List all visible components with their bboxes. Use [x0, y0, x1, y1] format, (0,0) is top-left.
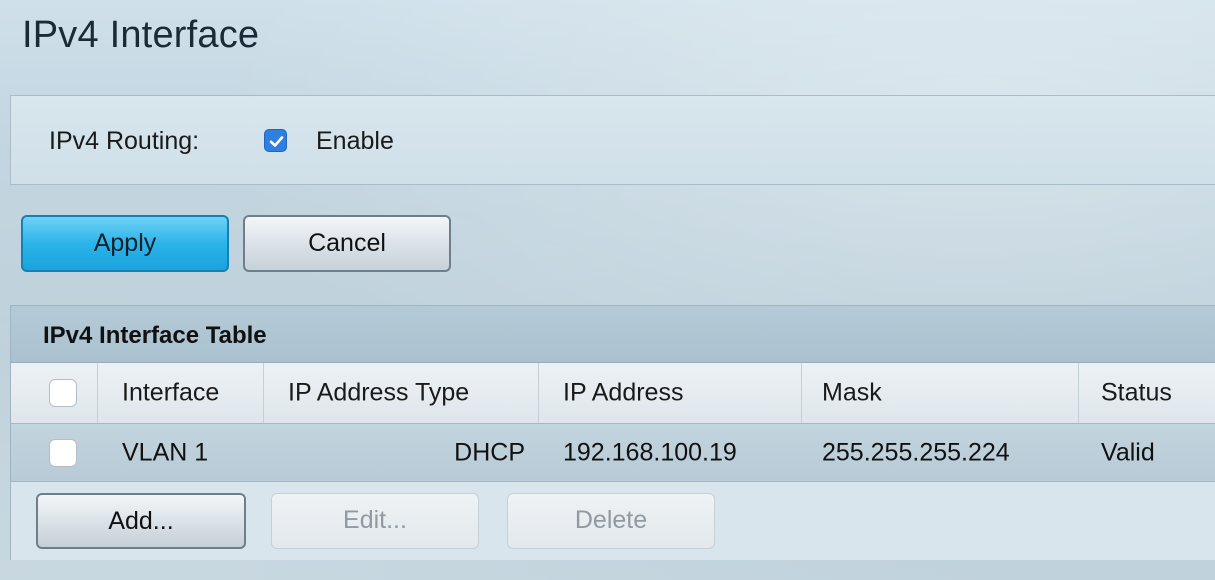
edit-button[interactable]: Edit...: [271, 493, 479, 549]
table-row[interactable]: VLAN 1 DHCP 192.168.100.19 255.255.255.2…: [11, 424, 1215, 482]
column-header-interface[interactable]: Interface: [98, 363, 264, 423]
cell-mask: 255.255.255.224: [802, 424, 1079, 481]
column-header-mask-label: Mask: [822, 378, 882, 407]
cancel-button[interactable]: Cancel: [243, 215, 451, 272]
cell-mask-text: 255.255.255.224: [822, 438, 1010, 466]
routing-panel: IPv4 Routing: Enable: [10, 95, 1215, 185]
cell-ip-address: 192.168.100.19: [539, 424, 802, 481]
column-header-ip-address-label: IP Address: [563, 378, 684, 407]
delete-button[interactable]: Delete: [507, 493, 715, 549]
cell-status-text: Valid: [1101, 438, 1155, 466]
enable-label: Enable: [316, 127, 394, 155]
column-header-ip-address-type-label: IP Address Type: [288, 378, 470, 407]
column-header-ip-address[interactable]: IP Address: [539, 363, 802, 423]
column-header-interface-label: Interface: [122, 378, 220, 407]
checkmark-icon: [269, 136, 284, 147]
cell-ip-address-type-text: DHCP: [454, 438, 525, 466]
page-title: IPv4 Interface: [22, 14, 260, 56]
cell-interface-text: VLAN 1: [122, 438, 209, 466]
column-header-status-label: Status: [1101, 378, 1172, 407]
routing-enable-checkbox[interactable]: [264, 129, 287, 152]
ipv4-interface-table: IPv4 Interface Table Interface IP Addres…: [10, 305, 1215, 560]
routing-label: IPv4 Routing:: [49, 127, 200, 155]
table-button-bar: Add... Edit... Delete: [11, 482, 1215, 560]
table-header-row: Interface IP Address Type IP Address Mas…: [11, 363, 1215, 424]
table-caption-bar: IPv4 Interface Table: [11, 306, 1215, 363]
column-header-mask[interactable]: Mask: [802, 363, 1079, 423]
cell-interface: VLAN 1: [98, 424, 264, 481]
row-select-cell: [11, 424, 98, 481]
select-all-checkbox[interactable]: [49, 379, 77, 407]
cell-ip-address-type: DHCP: [264, 424, 539, 481]
table-caption: IPv4 Interface Table: [43, 322, 267, 349]
row-select-checkbox[interactable]: [49, 438, 77, 467]
column-header-ip-address-type[interactable]: IP Address Type: [264, 363, 539, 423]
add-button[interactable]: Add...: [36, 493, 246, 549]
column-header-status[interactable]: Status: [1079, 363, 1215, 423]
cell-status: Valid: [1079, 424, 1215, 481]
cell-ip-address-text: 192.168.100.19: [563, 438, 737, 466]
header-select-cell: [11, 363, 98, 423]
apply-button[interactable]: Apply: [21, 215, 229, 272]
